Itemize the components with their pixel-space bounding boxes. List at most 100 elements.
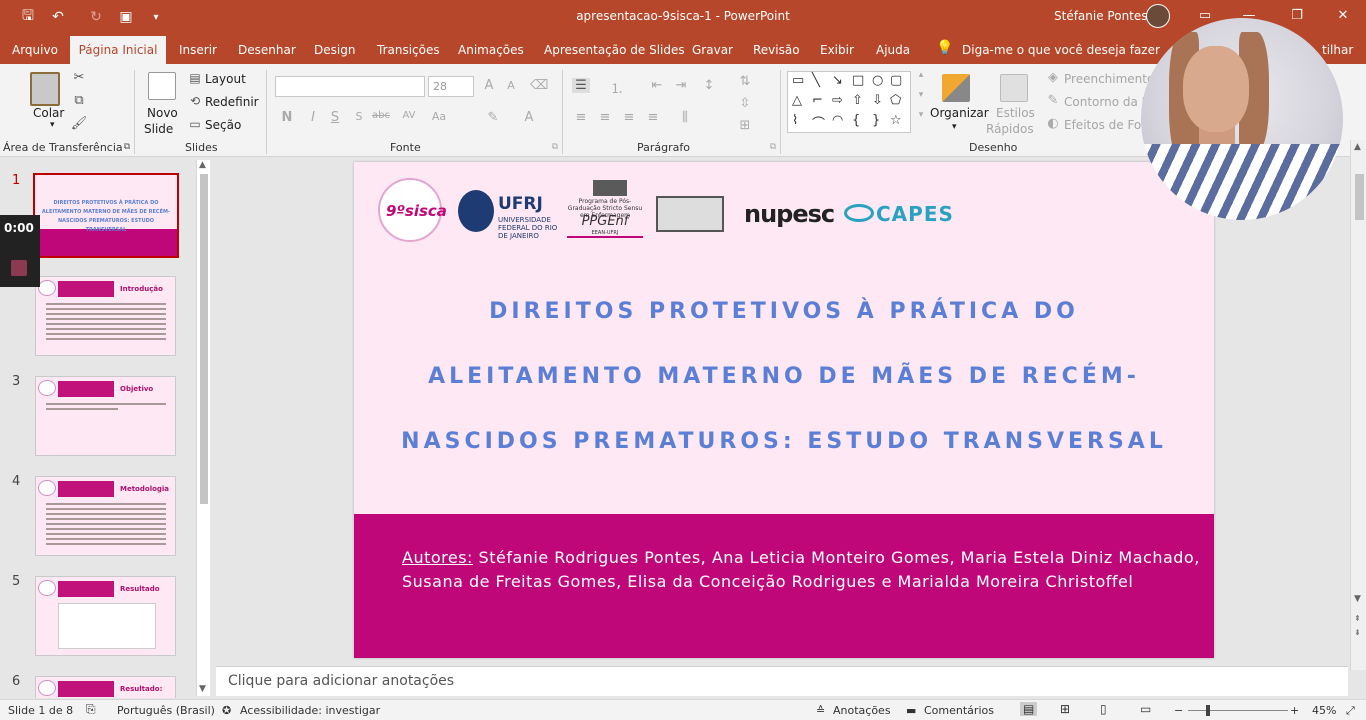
maximize-button[interactable]: ❐ bbox=[1286, 6, 1308, 28]
left-brace-shape-icon[interactable]: { bbox=[852, 113, 860, 128]
italic-icon[interactable]: I bbox=[304, 110, 322, 125]
clear-format-icon[interactable]: ⌫ bbox=[530, 78, 548, 93]
accessibility-status[interactable]: Acessibilidade: investigar bbox=[240, 704, 380, 717]
slide-thumbnail-3[interactable]: Objetivo bbox=[35, 376, 176, 456]
font-size-select[interactable]: 28 bbox=[428, 76, 474, 97]
arrange-button[interactable]: Organizar bbox=[930, 106, 989, 120]
textbox-shape-icon[interactable]: ▭ bbox=[792, 73, 804, 88]
comments-toggle[interactable]: Comentários bbox=[924, 704, 994, 717]
oval-shape-icon[interactable]: ○ bbox=[872, 73, 883, 88]
slide-thumbnail-2[interactable]: Introdução bbox=[35, 276, 176, 356]
shapes-gallery[interactable]: ▭ ╲ ↘ □ ○ ▢ △ ⌐ ⇨ ⇧ ⇩ ⬠ ⌇ ⌒ ◠ { } ☆ bbox=[787, 71, 911, 133]
reading-view-icon[interactable]: ▯ bbox=[1100, 702, 1107, 716]
quick-styles-button[interactable]: Estilos bbox=[996, 106, 1035, 120]
current-slide[interactable]: 9ºsisca UFRJ UNIVERSIDADE FEDERAL DO RIO… bbox=[354, 162, 1214, 658]
zoom-level[interactable]: 45% bbox=[1312, 704, 1336, 717]
slide-thumbnail-4[interactable]: Metodologia bbox=[35, 476, 176, 556]
cut-icon[interactable]: ✂ bbox=[70, 70, 88, 85]
gallery-up-icon[interactable]: ▴ bbox=[912, 70, 930, 80]
zoom-slider-thumb[interactable] bbox=[1206, 705, 1210, 716]
numbering-icon[interactable]: ⒈ bbox=[608, 78, 626, 97]
accessibility-icon[interactable]: ✪ bbox=[222, 704, 231, 717]
section-button[interactable]: Seção bbox=[205, 118, 241, 132]
underline-icon[interactable]: S bbox=[326, 110, 344, 125]
down-arrow-shape-icon[interactable]: ⇩ bbox=[872, 93, 883, 108]
notes-toggle[interactable]: Anotações bbox=[833, 704, 891, 717]
language-status[interactable]: Português (Brasil) bbox=[117, 704, 215, 717]
align-center-icon[interactable]: ≡ bbox=[596, 110, 614, 125]
tab-draw[interactable]: Desenhar bbox=[238, 43, 296, 57]
increase-font-icon[interactable]: A bbox=[480, 78, 498, 93]
shape-fill-button[interactable]: Preenchimento bbox=[1064, 72, 1154, 86]
decrease-indent-icon[interactable]: ⇤ bbox=[648, 78, 666, 93]
new-slide-icon[interactable] bbox=[148, 72, 176, 100]
tab-home[interactable]: Página Inicial bbox=[70, 36, 166, 66]
tab-help[interactable]: Ajuda bbox=[876, 43, 910, 57]
paste-icon[interactable] bbox=[30, 72, 60, 106]
right-brace-shape-icon[interactable]: } bbox=[872, 113, 880, 128]
slide-thumbnail-6[interactable]: Resultado: bbox=[35, 676, 176, 698]
new-slide-button[interactable]: Novo bbox=[147, 106, 178, 120]
share-button[interactable]: tilhar bbox=[1322, 43, 1353, 57]
gallery-more-icon[interactable]: ▾ bbox=[912, 110, 930, 120]
section-icon[interactable]: ▭ bbox=[186, 117, 204, 131]
align-right-icon[interactable]: ≡ bbox=[620, 110, 638, 125]
tab-view[interactable]: Exibir bbox=[820, 43, 854, 57]
zoom-in-icon[interactable]: + bbox=[1290, 704, 1299, 717]
new-slide-label-2[interactable]: Slide bbox=[144, 122, 173, 136]
bold-icon[interactable]: N bbox=[278, 110, 296, 125]
user-name[interactable]: Stéfanie Pontes bbox=[1054, 9, 1148, 23]
quick-styles-icon[interactable] bbox=[1000, 74, 1028, 102]
spelling-icon[interactable]: ⎘ bbox=[86, 702, 96, 717]
slide-thumbnail-5[interactable]: Resultado bbox=[35, 576, 176, 656]
quick-styles-label-2[interactable]: Rápidos bbox=[986, 122, 1034, 136]
layout-button[interactable]: Layout bbox=[205, 72, 246, 86]
up-arrow-shape-icon[interactable]: ⇧ bbox=[852, 93, 863, 108]
char-spacing-icon[interactable]: AV bbox=[400, 110, 418, 121]
zoom-out-icon[interactable]: − bbox=[1174, 704, 1183, 717]
tab-insert[interactable]: Inserir bbox=[179, 43, 217, 57]
comments-icon[interactable]: ▬ bbox=[906, 704, 916, 717]
notes-pane[interactable]: Clique para adicionar anotações bbox=[216, 666, 1348, 696]
elbow-shape-icon[interactable]: ⌐ bbox=[812, 93, 823, 108]
zoom-slider[interactable] bbox=[1188, 710, 1288, 711]
columns-icon[interactable]: ⫼ bbox=[676, 110, 694, 125]
reset-icon[interactable]: ⟲ bbox=[186, 94, 204, 108]
line-spacing-icon[interactable]: ↕ bbox=[700, 78, 718, 93]
decrease-font-icon[interactable]: A bbox=[502, 79, 520, 92]
normal-view-icon[interactable]: ▤ bbox=[1020, 702, 1038, 716]
shape-outline-icon[interactable]: ✎ bbox=[1044, 93, 1062, 108]
align-left-icon[interactable]: ≡ bbox=[572, 110, 590, 125]
tab-animations[interactable]: Animações bbox=[458, 43, 524, 57]
editor-scrollbar[interactable]: ▲ ▼ ⇞ ⇟ bbox=[1350, 140, 1366, 670]
curve-shape-icon[interactable]: ⌒ bbox=[812, 113, 825, 132]
tab-review[interactable]: Revisão bbox=[753, 43, 800, 57]
arrow-shape-icon[interactable]: ↘ bbox=[832, 73, 843, 88]
paste-dropdown-icon[interactable]: ▾ bbox=[50, 120, 55, 130]
arrange-dropdown-icon[interactable]: ▾ bbox=[952, 122, 957, 132]
rounded-rect-shape-icon[interactable]: ▢ bbox=[890, 73, 902, 88]
tab-file[interactable]: Arquivo bbox=[12, 43, 58, 57]
tab-design[interactable]: Design bbox=[314, 43, 355, 57]
slideshow-view-icon[interactable]: ▭ bbox=[1140, 702, 1151, 716]
format-painter-icon[interactable]: 🖌 bbox=[70, 116, 88, 131]
shape-effects-icon[interactable]: ◐ bbox=[1044, 116, 1062, 131]
thumbnail-scrollbar[interactable]: ▲ ▼ bbox=[196, 160, 210, 696]
shadow-icon[interactable]: S bbox=[350, 110, 368, 123]
line-shape-icon[interactable]: ╲ bbox=[812, 73, 820, 88]
slide-thumbnail-1[interactable]: DIREITOS PROTETIVOS À PRÁTICA DO ALEITAM… bbox=[33, 173, 179, 258]
layout-icon[interactable]: ▤ bbox=[186, 71, 204, 85]
reset-button[interactable]: Redefinir bbox=[205, 95, 259, 109]
tab-record[interactable]: Gravar bbox=[692, 43, 733, 57]
smartart-icon[interactable]: ⊞ bbox=[736, 118, 754, 133]
star-shape-icon[interactable]: ☆ bbox=[890, 113, 902, 128]
shape-fill-icon[interactable]: ◈ bbox=[1044, 70, 1062, 85]
align-text-icon[interactable]: ⇳ bbox=[736, 96, 754, 111]
close-button[interactable]: ✕ bbox=[1332, 6, 1354, 28]
strikethrough-icon[interactable]: abc bbox=[372, 110, 390, 121]
text-direction-icon[interactable]: ⇅ bbox=[736, 74, 754, 89]
arc-shape-icon[interactable]: ◠ bbox=[832, 113, 843, 128]
arrange-icon[interactable] bbox=[942, 74, 970, 102]
triangle-shape-icon[interactable]: △ bbox=[792, 93, 802, 108]
font-name-select[interactable] bbox=[275, 76, 425, 97]
